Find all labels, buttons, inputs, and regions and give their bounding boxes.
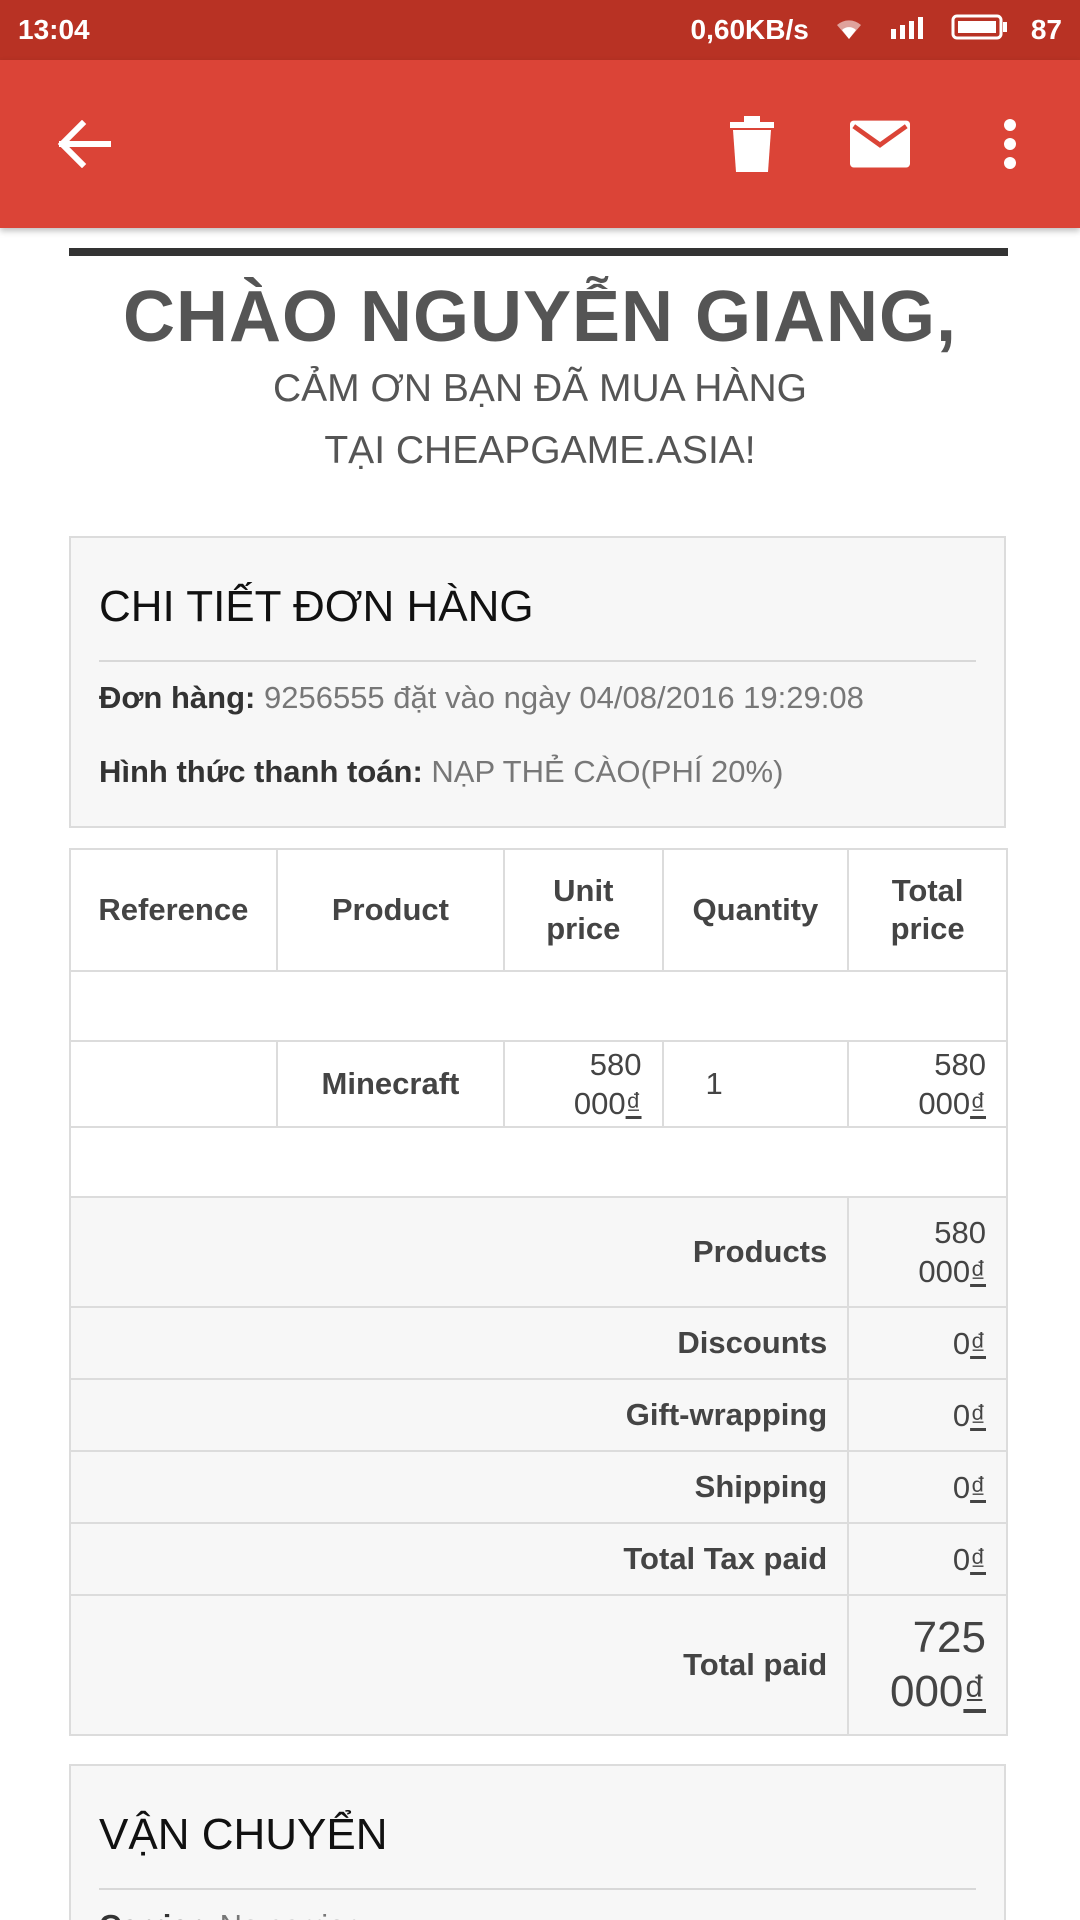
divider — [99, 660, 976, 662]
shipping-box: VẬN CHUYỂN Carrier: No carrier — [69, 1764, 1006, 1920]
signal-icon — [889, 14, 929, 46]
email-toolbar — [0, 60, 1080, 228]
back-arrow-icon[interactable] — [54, 114, 114, 174]
payment-label: Hình thức thanh toán: — [99, 754, 423, 789]
order-line: Đơn hàng: 9256555 đặt vào ngày 04/08/201… — [71, 680, 1004, 716]
shipping-title: VẬN CHUYỂN — [99, 1810, 388, 1859]
header-quantity: Quantity — [661, 848, 850, 972]
cell-total-price: 580 000₫ — [847, 1040, 1008, 1128]
status-time: 13:04 — [18, 14, 90, 45]
battery-icon — [951, 13, 1009, 48]
order-details-box: CHI TIẾT ĐƠN HÀNG Đơn hàng: 9256555 đặt … — [69, 536, 1006, 828]
order-table: Reference Product Unit price Quantity Tot… — [68, 848, 1008, 1736]
summary-row-total-paid: Total paid 725 000₫ — [68, 1594, 1008, 1736]
table-row: Minecraft 580 000₫ 1 580 000₫ — [69, 1040, 1008, 1128]
carrier-label: Carrier: — [99, 1908, 211, 1920]
order-details-title: CHI TIẾT ĐƠN HÀNG — [99, 582, 534, 631]
cell-quantity: 1 — [661, 1040, 850, 1128]
summary-row-discounts: Discounts 0₫ — [68, 1306, 1008, 1380]
header-unit-price: Unit price — [503, 848, 664, 972]
table-header-row: Reference Product Unit price Quantity Tot… — [69, 848, 1008, 972]
cell-product: Minecraft — [275, 1040, 506, 1128]
order-value: 9256555 đặt vào ngày 04/08/2016 19:29:08 — [263, 680, 864, 715]
cell-unit-price: 580 000₫ — [503, 1040, 664, 1128]
summary-row-products: Products 580 000₫ — [68, 1196, 1008, 1308]
payment-line: Hình thức thanh toán: NẠP THẺ CÀO(PHÍ 20… — [71, 754, 1004, 790]
payment-value: NẠP THẺ CÀO(PHÍ 20%) — [431, 754, 784, 789]
wifi-icon — [831, 13, 867, 48]
network-speed: 0,60KB/s — [690, 14, 809, 45]
header-reference: Reference — [69, 848, 278, 972]
divider — [69, 248, 1008, 256]
summary-row-gift-wrapping: Gift-wrapping 0₫ — [68, 1378, 1008, 1452]
thanks-line-2: TẠI CHEAPGAME.ASIA! — [324, 429, 756, 472]
divider — [99, 1888, 976, 1890]
table-spacer-row — [69, 970, 1008, 1042]
cell-reference — [69, 1040, 278, 1128]
more-vert-icon[interactable] — [980, 114, 1040, 174]
summary-row-shipping: Shipping 0₫ — [68, 1450, 1008, 1524]
header-product: Product — [275, 848, 506, 972]
header-total-price: Total price — [847, 848, 1008, 972]
mail-icon[interactable] — [850, 114, 910, 174]
greeting-block: CHÀO NGUYỄN GIANG, CẢM ƠN BẠN ĐÃ MUA HÀN… — [0, 276, 1080, 482]
email-body: CHÀO NGUYỄN GIANG, CẢM ƠN BẠN ĐÃ MUA HÀN… — [0, 228, 1080, 1920]
order-label: Đơn hàng: — [99, 680, 256, 715]
status-bar: 13:04 0,60KB/s 87 — [0, 0, 1080, 60]
trash-icon[interactable] — [722, 114, 782, 174]
thanks-line-1: CẢM ƠN BẠN ĐÃ MUA HÀNG — [272, 367, 807, 410]
greeting-title: CHÀO NGUYỄN GIANG, — [122, 277, 958, 357]
table-spacer-row — [69, 1126, 1008, 1198]
summary-row-tax: Total Tax paid 0₫ — [68, 1522, 1008, 1596]
carrier-line: Carrier: No carrier — [71, 1908, 1004, 1920]
battery-level: 87 — [1030, 14, 1062, 45]
carrier-value: No carrier — [220, 1908, 356, 1920]
